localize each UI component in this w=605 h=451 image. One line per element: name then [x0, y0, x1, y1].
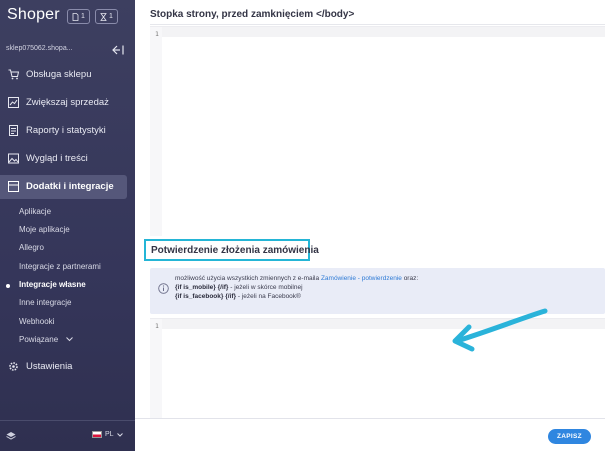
info-text: możliwość użycia wszystkich zmiennych z … — [175, 274, 418, 301]
gear-icon — [9, 362, 18, 371]
section-title-footer: Stopka strony, przed zamknięciem </body> — [150, 9, 355, 20]
chart-icon — [8, 97, 19, 108]
sidebar-item-label: Raporty i statystyki — [26, 125, 106, 136]
divider — [150, 24, 605, 25]
sidebar-item-label: Ustawienia — [26, 361, 73, 372]
subnav-inne-integracje[interactable]: Inne integracje — [19, 298, 71, 307]
collapse-sidebar-icon[interactable] — [112, 44, 125, 56]
active-line — [162, 27, 605, 37]
subnav-integracje-wlasne[interactable]: Integracje własne — [19, 280, 86, 289]
sidebar-item-label: Obsługa sklepu — [26, 69, 92, 80]
sidebar-item-raporty[interactable]: Raporty i statystyki — [0, 119, 135, 143]
chevron-down-icon — [116, 432, 123, 437]
main-content: Stopka strony, przed zamknięciem </body>… — [135, 0, 605, 451]
subnav-aplikacje[interactable]: Aplikacje — [19, 207, 51, 216]
sidebar-item-label: Zwiększaj sprzedaż — [26, 97, 109, 108]
language-selector[interactable]: PL — [92, 431, 123, 438]
shop-selector[interactable]: sklep075062.shopa... — [0, 40, 135, 60]
line-gutter — [150, 27, 162, 236]
tasks-badge-count: 1 — [109, 13, 113, 20]
save-button[interactable]: ZAPISZ — [548, 429, 591, 444]
line-number: 1 — [155, 30, 159, 38]
chevron-down-icon — [66, 337, 74, 342]
info-icon — [158, 283, 169, 294]
sidebar-item-label: Dodatki i integracje — [26, 181, 114, 192]
layers-icon[interactable] — [6, 431, 16, 441]
pages-badge[interactable]: 1 — [67, 9, 90, 24]
language-code: PL — [105, 431, 114, 438]
facebook-condition-desc: - jeżeli na Facebook® — [237, 293, 301, 300]
poland-flag-icon — [92, 431, 102, 438]
pages-badge-count: 1 — [81, 13, 85, 20]
tasks-badge[interactable]: 1 — [95, 9, 118, 24]
mobile-condition-code: {if is_mobile} {/if} — [175, 284, 229, 291]
current-item-dot — [6, 284, 10, 288]
facebook-condition-code: {if is_facebook} {/if} — [175, 293, 237, 300]
subnav-moje-aplikacje[interactable]: Moje aplikacje — [19, 225, 70, 234]
line-gutter — [150, 319, 162, 418]
mobile-condition-desc: - jeżeli w skórce mobilnej — [230, 284, 303, 291]
email-template-link[interactable]: Zamówienie - potwierdzenie — [321, 275, 402, 282]
document-icon — [72, 12, 79, 21]
info-line1-prefix: możliwość użycia wszystkich zmiennych z … — [175, 275, 320, 282]
subnav-allegro[interactable]: Allegro — [19, 243, 44, 252]
sidebar: Shoper 1 1 sklep075062.shopa... Obsługa … — [0, 0, 135, 451]
sidebar-item-label: Wygląd i treści — [26, 153, 88, 164]
line-number: 1 — [155, 322, 159, 330]
subnav-powiazane-label: Powiązane — [19, 335, 59, 344]
logo-row: Shoper 1 1 — [0, 0, 135, 34]
image-icon — [8, 153, 19, 164]
sidebar-footer: PL — [0, 420, 135, 451]
addons-icon — [8, 181, 19, 192]
sidebar-item-zwiekszaj-sprzedaz[interactable]: Zwiększaj sprzedaż — [0, 91, 135, 115]
section-title-order-confirmation: Potwierdzenie złożenia zamówienia — [144, 239, 319, 261]
form-footer: ZAPISZ — [135, 418, 605, 451]
cart-icon — [8, 69, 19, 80]
sidebar-item-dodatki[interactable]: Dodatki i integracje — [0, 175, 127, 199]
hourglass-icon — [100, 12, 107, 21]
sidebar-item-obsluga-sklepu[interactable]: Obsługa sklepu — [0, 63, 135, 87]
report-icon — [9, 125, 18, 136]
sidebar-item-ustawienia[interactable]: Ustawienia — [0, 355, 135, 379]
subnav-integracje-partnerami[interactable]: Integracje z partnerami — [19, 262, 101, 271]
subnav-webhooki[interactable]: Webhooki — [19, 317, 54, 326]
shop-name: sklep075062.shopa... — [6, 45, 73, 52]
shoper-logo[interactable]: Shoper — [7, 6, 60, 24]
annotation-arrow-icon — [452, 308, 548, 352]
info-line1-suffix: oraz: — [403, 275, 419, 282]
footer-code-editor[interactable]: 1 — [150, 26, 605, 236]
subnav-powiazane[interactable]: Powiązane — [19, 335, 74, 344]
sidebar-item-wyglad[interactable]: Wygląd i treści — [0, 147, 135, 171]
